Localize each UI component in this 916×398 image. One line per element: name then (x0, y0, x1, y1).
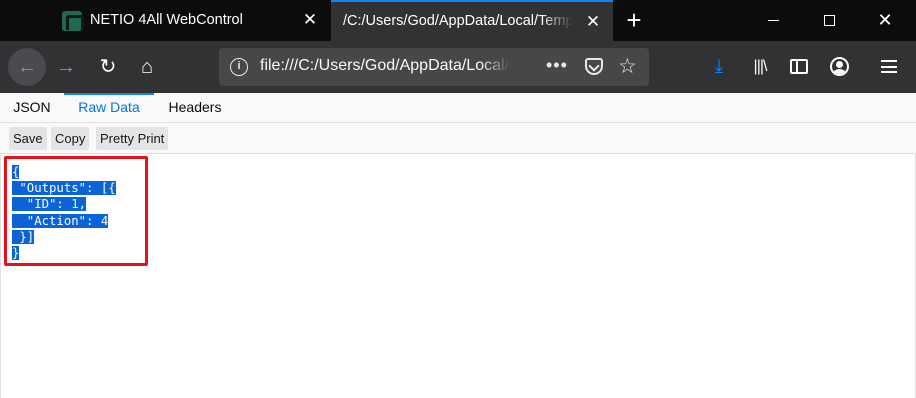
close-tab-icon[interactable]: ✕ (300, 10, 320, 30)
tab-title: /C:/Users/God/AppData/Local/Temp/netio.j… (343, 13, 573, 29)
close-window-icon: ✕ (877, 10, 893, 30)
minimize-window-button[interactable] (750, 0, 796, 41)
tab-raw-data[interactable]: Raw Data (64, 93, 154, 122)
save-button[interactable]: Save (9, 127, 47, 150)
pocket-icon[interactable] (585, 58, 603, 75)
tab-netio-webcontrol[interactable]: NETIO 4All WebControl ✕ (48, 0, 330, 41)
info-icon[interactable]: i (230, 58, 248, 76)
reload-icon[interactable]: ↻ (92, 51, 124, 83)
minimize-icon (767, 19, 779, 21)
download-icon[interactable]: ⤓ (703, 51, 735, 83)
forward-arrow-icon[interactable]: → (50, 51, 82, 83)
home-icon[interactable]: ⌂ (131, 51, 163, 83)
close-tab-icon[interactable]: ✕ (583, 12, 603, 32)
tab-title: NETIO 4All WebControl (90, 12, 243, 28)
highlight-annotation-box (4, 156, 148, 266)
copy-button[interactable]: Copy (51, 127, 90, 150)
sidebar-icon[interactable] (783, 51, 815, 83)
library-icon[interactable]: |||\ (744, 51, 776, 83)
pretty-print-button[interactable]: Pretty Print (96, 127, 169, 150)
close-window-button[interactable]: ✕ (862, 0, 908, 41)
json-viewer-tabs: JSON Raw Data Headers (0, 93, 916, 123)
raw-data-toolbar: Save Copy Pretty Print (0, 123, 916, 154)
hamburger-menu-icon[interactable] (873, 51, 905, 83)
maximize-icon (823, 14, 835, 26)
page-actions-more-icon[interactable]: ••• (546, 55, 568, 76)
netio-favicon-icon (62, 11, 84, 31)
tab-json[interactable]: JSON (6, 93, 58, 122)
tab-raw-json-file[interactable]: /C:/Users/God/AppData/Local/Temp/netio.j… (331, 0, 613, 41)
navigation-toolbar: ← → ↻ ⌂ i file:///C:/Users/God/AppData/L… (0, 41, 916, 93)
account-icon[interactable] (823, 51, 855, 83)
maximize-window-button[interactable] (806, 0, 852, 41)
address-bar[interactable]: i file:///C:/Users/God/AppData/Local/Tem… (219, 48, 649, 86)
back-arrow-icon[interactable]: ← (8, 48, 46, 86)
tab-strip: NETIO 4All WebControl ✕ /C:/Users/God/Ap… (0, 0, 916, 41)
url-text[interactable]: file:///C:/Users/God/AppData/Local/Temp/… (260, 57, 510, 75)
bookmark-star-icon[interactable]: ☆ (618, 54, 637, 79)
new-tab-icon[interactable]: + (620, 7, 648, 35)
tab-headers[interactable]: Headers (160, 93, 230, 122)
